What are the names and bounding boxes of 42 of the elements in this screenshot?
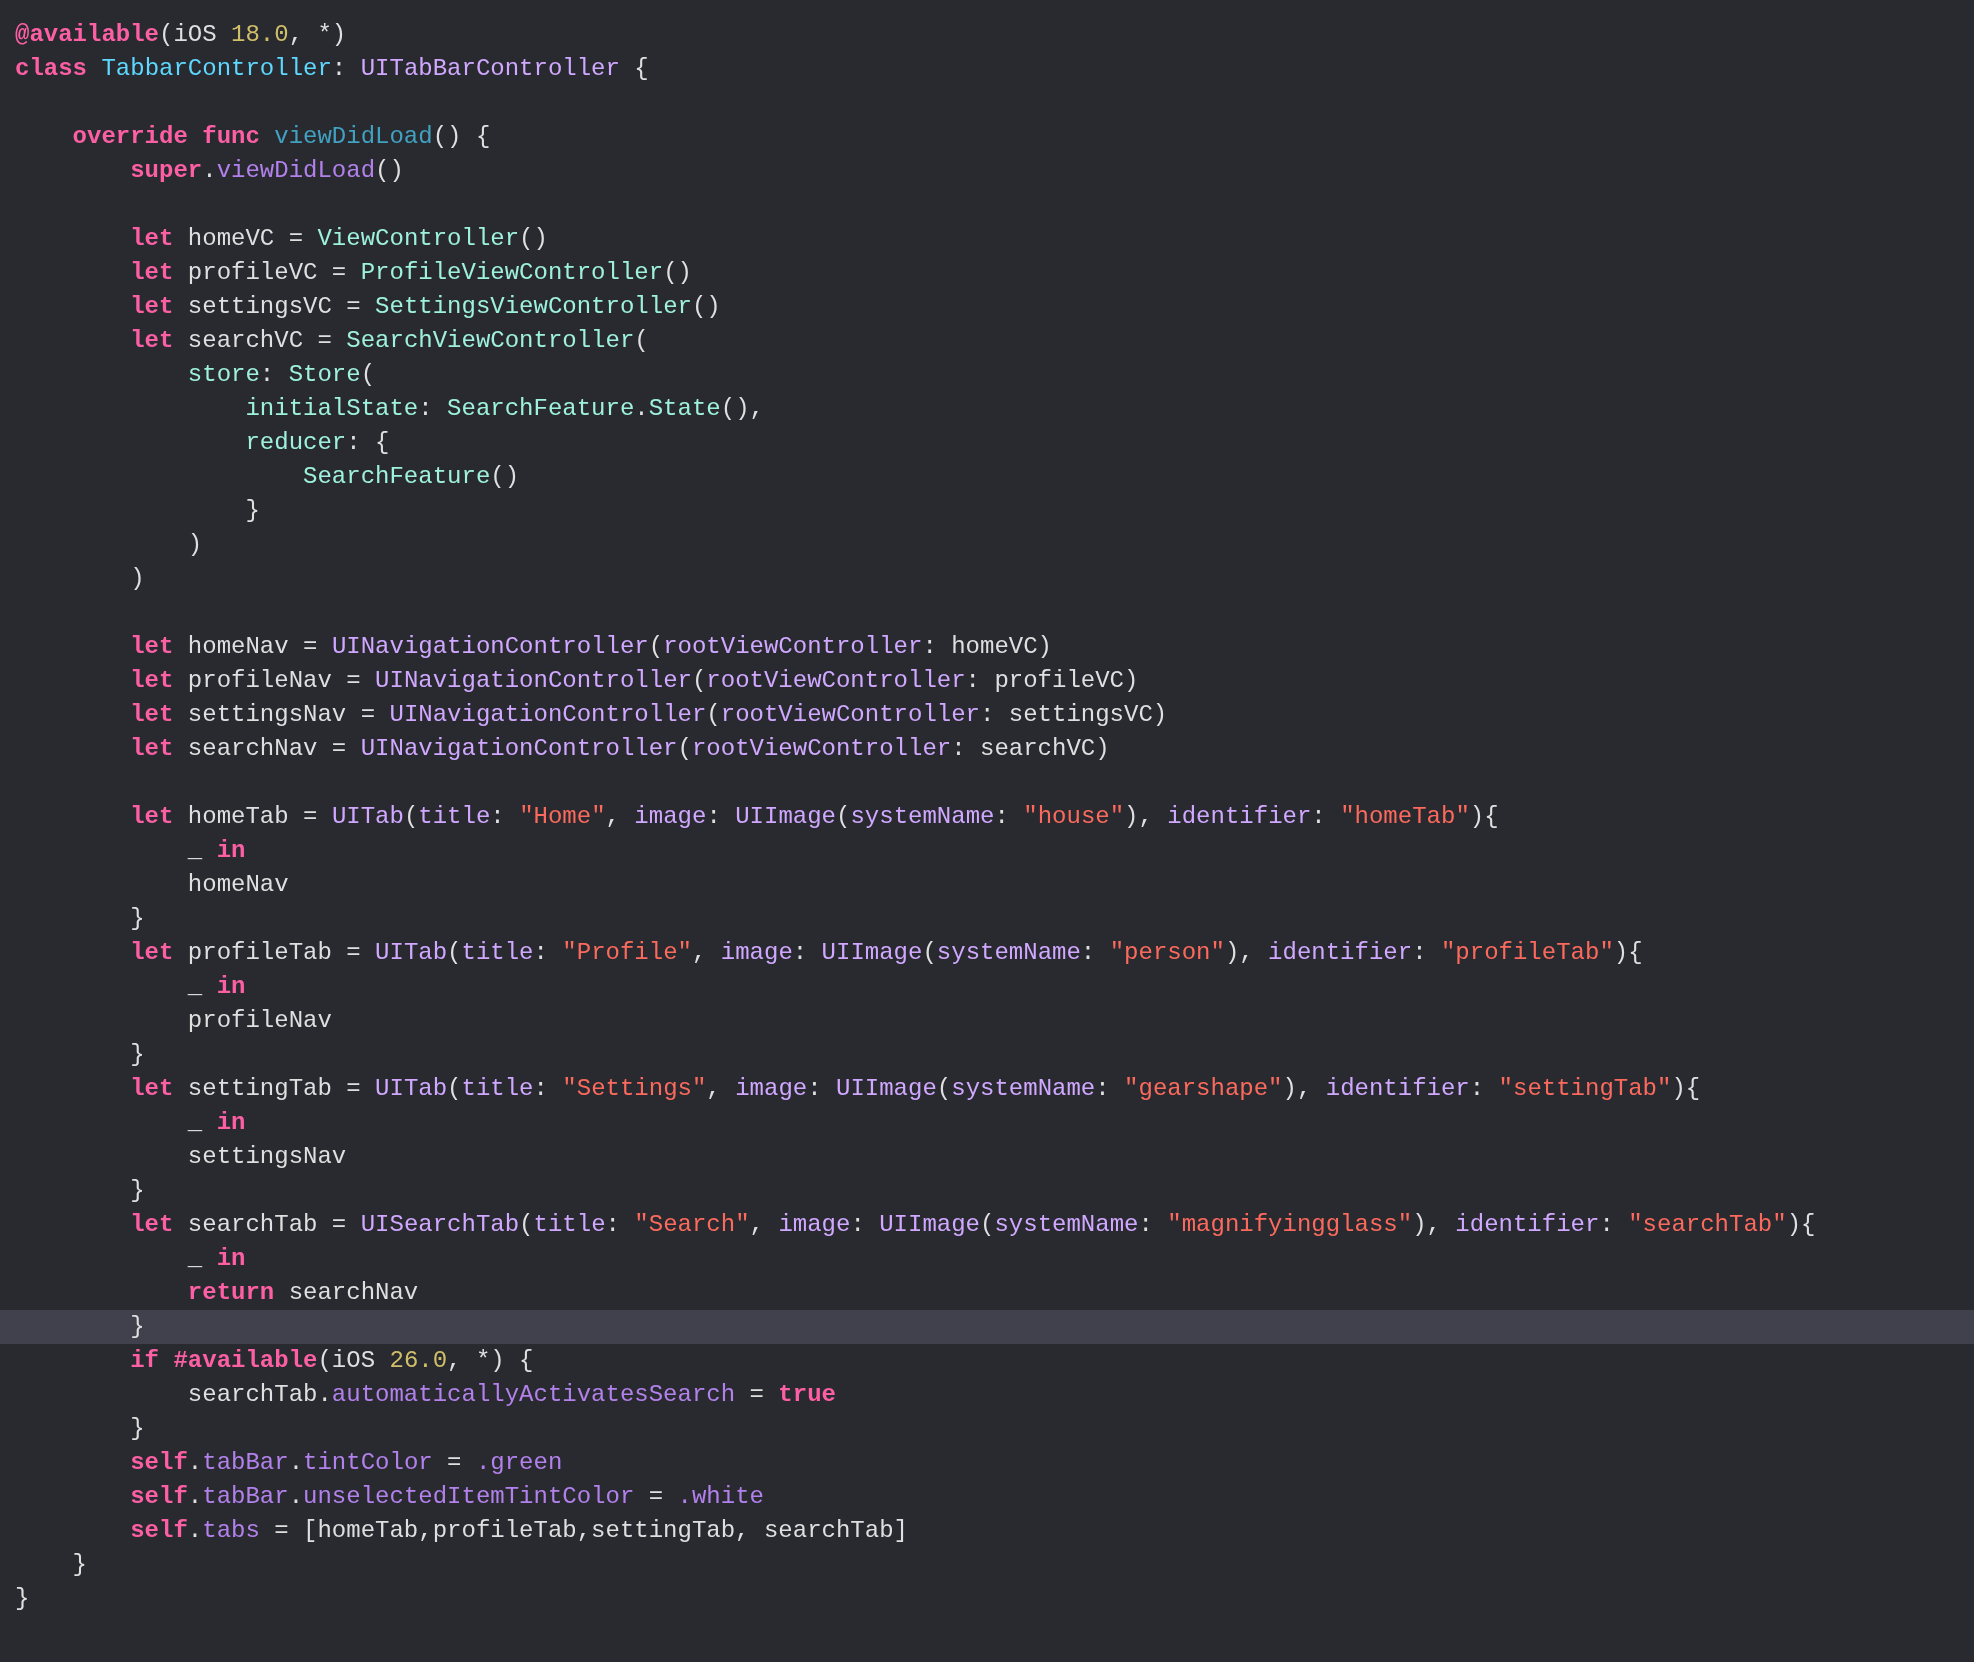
code-line: return searchNav <box>186 1278 420 1308</box>
code-line: let homeVC = ViewController() <box>129 224 549 254</box>
code-line: let homeNav = UINavigationController(rootViewController: homeVC) <box>129 632 1053 662</box>
code-line: let searchTab = UISearchTab(title: "Search", image: UIImage(systemName: "magnifyingglass"), identifier: "searchTab"){ <box>129 1210 1817 1240</box>
code-line: self.tabs = [homeTab,profileTab,settingTab, searchTab] <box>129 1516 909 1546</box>
code-line: let searchNav = UINavigationController(rootViewController: searchVC) <box>129 734 1111 764</box>
code-line: } <box>129 1040 146 1070</box>
code-line: _ in <box>186 1108 247 1138</box>
code-line: } <box>129 1176 146 1206</box>
code-line: _ in <box>186 972 247 1002</box>
code-line: super.viewDidLoad() <box>129 156 405 186</box>
code-line: class TabbarController: UITabBarController { <box>14 54 650 84</box>
code-line: _ in <box>186 1244 247 1274</box>
code-line: searchTab.automaticallyActivatesSearch = true <box>186 1380 837 1410</box>
code-line: ) <box>186 530 204 560</box>
code-line: self.tabBar.unselectedItemTintColor = .white <box>129 1482 765 1512</box>
code-line: let profileVC = ProfileViewController() <box>129 258 693 288</box>
code-line: profileNav <box>186 1006 333 1036</box>
code-line: } <box>14 1584 31 1614</box>
code-line: self.tabBar.tintColor = .green <box>129 1448 564 1478</box>
code-line: ) <box>129 564 146 594</box>
code-line: store: Store( <box>186 360 377 390</box>
code-line: initialState: SearchFeature.State(), <box>244 394 765 424</box>
code-line: let homeTab = UITab(title: "Home", image: UIImage(systemName: "house"), identifier: "homeTab"){ <box>129 802 1500 832</box>
code-line: let profileTab = UITab(title: "Profile", image: UIImage(systemName: "person"), identifier: "profileTab"){ <box>129 938 1644 968</box>
code-line: } <box>71 1550 88 1580</box>
code-line: SearchFeature() <box>302 462 521 492</box>
code-line: } <box>129 904 146 934</box>
code-line: override func viewDidLoad() { <box>71 122 492 152</box>
code-line: let searchVC = SearchViewController( <box>129 326 650 356</box>
code-line: let profileNav = UINavigationController(rootViewController: profileVC) <box>129 666 1140 696</box>
code-line: } <box>129 1414 146 1444</box>
code-line: _ in <box>186 836 247 866</box>
code-line: @available(iOS 18.0, *) <box>14 20 348 50</box>
code-line: homeNav <box>186 870 290 900</box>
code-line: let settingsVC = SettingsViewController() <box>129 292 722 322</box>
code-line: reducer: { <box>244 428 391 458</box>
code-line: let settingTab = UITab(title: "Settings", image: UIImage(systemName: "gearshape"), identifier: "settingTab"){ <box>129 1074 1702 1104</box>
code-line: settingsNav <box>186 1142 348 1172</box>
code-line: } <box>244 496 261 526</box>
code-line: let settingsNav = UINavigationController(rootViewController: settingsVC) <box>129 700 1169 730</box>
code-line: if #available(iOS 26.0, *) { <box>129 1346 535 1376</box>
